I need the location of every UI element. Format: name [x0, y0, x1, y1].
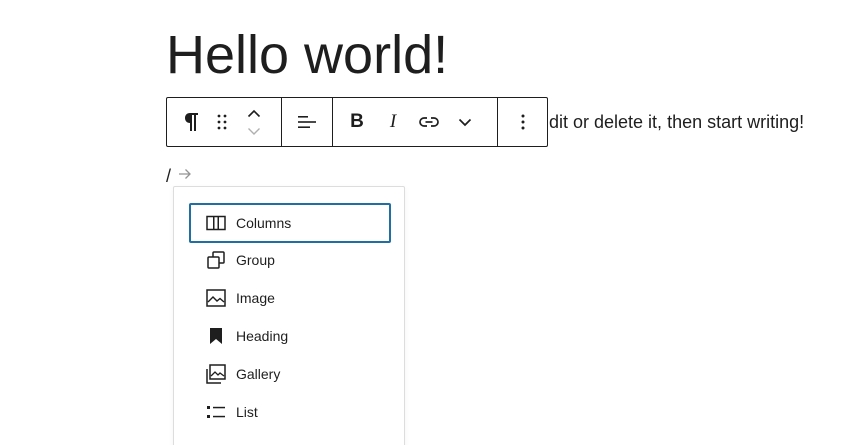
more-vertical-icon	[521, 114, 524, 130]
image-icon	[205, 287, 227, 309]
columns-icon	[205, 212, 227, 234]
drag-handle-icon	[217, 114, 227, 130]
inserter-item-list[interactable]: List	[189, 393, 391, 431]
paragraph-icon	[185, 113, 198, 131]
inserter-list: Columns Group Image Heading Gallery List	[189, 203, 391, 431]
block-toolbar-group-align	[282, 98, 333, 146]
list-icon	[205, 401, 227, 423]
arrow-right-icon	[179, 169, 191, 179]
italic-label: I	[389, 111, 397, 132]
link-button[interactable]	[411, 104, 447, 140]
chevron-up-icon	[247, 109, 261, 117]
inserter-item-label: Image	[236, 290, 275, 306]
link-icon	[419, 117, 439, 127]
move-down-button[interactable]	[242, 123, 266, 139]
inserter-item-label: List	[236, 404, 258, 420]
editor-canvas: Hello world! dit or delete it, then star…	[0, 0, 848, 445]
inserter-item-heading[interactable]: Heading	[189, 317, 391, 355]
inserter-item-group[interactable]: Group	[189, 241, 391, 279]
align-text-button[interactable]	[289, 104, 325, 140]
more-formats-button[interactable]	[447, 104, 483, 140]
chevron-down-icon	[248, 127, 260, 135]
inserter-item-partial	[206, 440, 224, 445]
align-left-icon	[298, 116, 316, 128]
bold-label: B	[350, 111, 364, 132]
inserter-item-gallery[interactable]: Gallery	[189, 355, 391, 393]
gallery-icon	[205, 363, 227, 385]
block-toolbar: B I	[166, 97, 548, 147]
heading-bookmark-icon	[205, 325, 227, 347]
paragraph-block-type-button[interactable]	[177, 104, 207, 140]
block-toolbar-group-options	[498, 98, 547, 146]
bold-button[interactable]: B	[339, 104, 375, 140]
slash-arrow	[178, 167, 192, 185]
slash-command-input[interactable]: /	[166, 166, 171, 186]
block-toolbar-group-block	[167, 98, 282, 146]
move-up-button[interactable]	[242, 105, 266, 121]
block-inserter-popover: Columns Group Image Heading Gallery List	[173, 186, 405, 445]
chevron-down-icon	[458, 118, 472, 126]
inserter-item-columns[interactable]: Columns	[189, 203, 391, 243]
inserter-item-label: Heading	[236, 328, 289, 344]
italic-button[interactable]: I	[375, 104, 411, 140]
block-toolbar-group-format: B I	[333, 98, 498, 146]
paragraph-block[interactable]: dit or delete it, then start writing!	[549, 111, 804, 133]
group-icon	[205, 249, 227, 271]
block-options-button[interactable]	[505, 104, 541, 140]
inserter-item-image[interactable]: Image	[189, 279, 391, 317]
inserter-item-label: Columns	[236, 215, 292, 231]
post-title[interactable]: Hello world!	[166, 24, 448, 86]
inserter-item-label: Gallery	[236, 366, 281, 382]
inserter-item-label: Group	[236, 252, 275, 268]
block-movers	[237, 102, 271, 142]
drag-handle-button[interactable]	[207, 104, 237, 140]
